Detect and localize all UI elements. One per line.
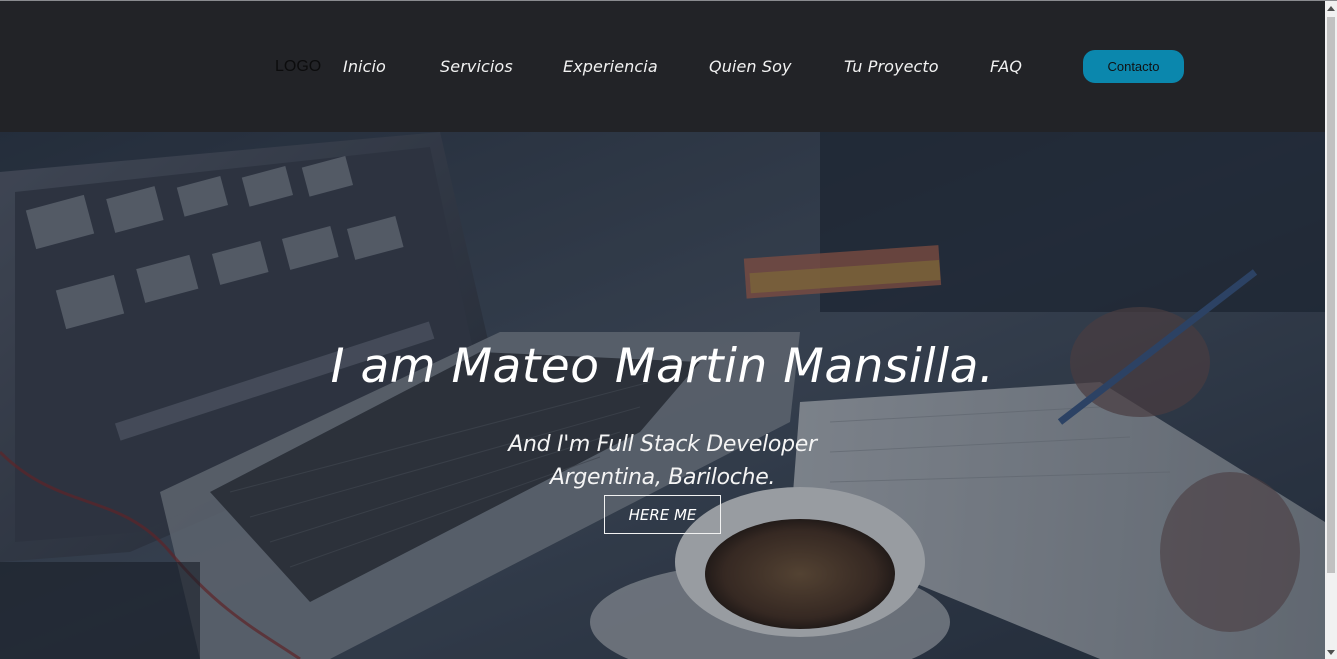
hero-overlay: [0, 132, 1325, 659]
hero-subtitle-role: And I'm Full Stack Developer: [508, 432, 817, 457]
nav-item-experiencia[interactable]: Experiencia: [563, 57, 658, 76]
scroll-up-arrow-icon[interactable]: [1325, 1, 1337, 15]
hero-subtitle-location: Argentina, Bariloche.: [549, 465, 776, 490]
nav-item-tu-proyecto[interactable]: Tu Proyecto: [844, 57, 939, 76]
nav-item-servicios[interactable]: Servicios: [440, 57, 513, 76]
vertical-scrollbar[interactable]: [1325, 1, 1337, 659]
hero-title: I am Mateo Martin Mansilla.: [330, 339, 995, 394]
scrollbar-thumb[interactable]: [1327, 17, 1335, 573]
logo[interactable]: LOGO: [275, 58, 321, 76]
hero-section: I am Mateo Martin Mansilla. And I'm Full…: [0, 132, 1325, 659]
scroll-down-arrow-icon[interactable]: [1325, 645, 1337, 659]
site-header: LOGO Inicio Servicios Experiencia Quien …: [0, 1, 1325, 132]
nav-item-inicio[interactable]: Inicio: [343, 57, 386, 76]
contact-button[interactable]: Contacto: [1083, 50, 1184, 83]
nav-item-quien-soy[interactable]: Quien Soy: [709, 57, 792, 76]
nav-item-faq[interactable]: FAQ: [990, 57, 1022, 76]
here-me-button[interactable]: HERE ME: [604, 495, 721, 534]
